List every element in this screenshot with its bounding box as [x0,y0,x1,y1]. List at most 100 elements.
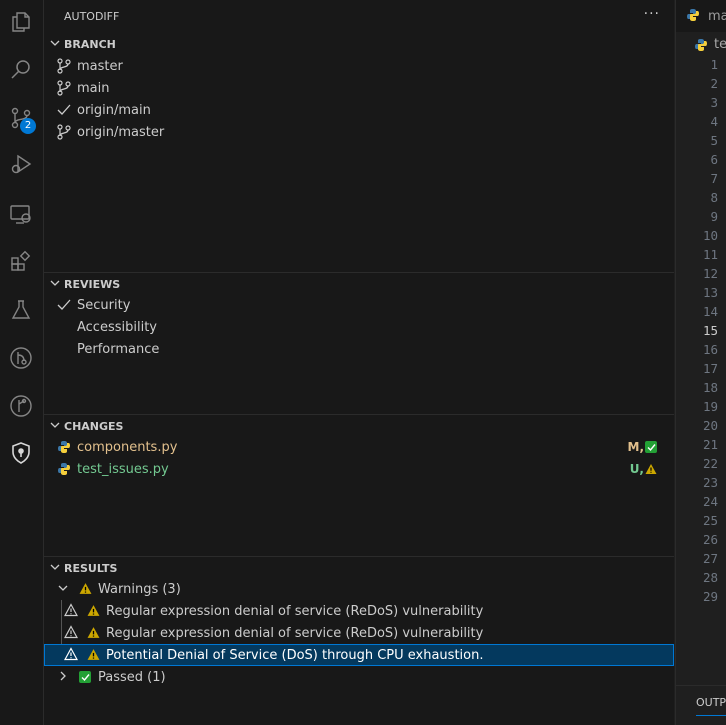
warning-icon [87,604,100,621]
warning-label: Regular expression denial of service (Re… [106,603,484,619]
branch-header-label: BRANCH [64,37,116,51]
line-number: 1 [710,57,718,72]
check-icon [56,297,72,313]
branch-item-origin-master[interactable]: origin/master [44,121,674,143]
file-status: U, [629,462,644,476]
line-number: 22 [702,456,718,471]
review-item-performance[interactable]: Performance [44,338,674,360]
line-number: 2 [710,76,718,91]
line-number: 6 [710,152,718,167]
breadcrumb[interactable]: test [676,34,726,56]
line-number: 20 [702,418,718,433]
line-number: 9 [710,209,718,224]
results-header-label: RESULTS [64,561,118,575]
reviews-header-label: REVIEWS [64,277,121,291]
remote-explorer-icon[interactable] [5,198,37,230]
python-file-icon [694,38,708,56]
warning-outline-icon [63,603,79,621]
passed-label: Passed (1) [98,669,166,685]
file-name: test_issues.py [77,461,169,477]
editor-area: main.py test 123456789101112131415161718… [675,0,726,725]
passed-group[interactable]: Passed (1) [44,666,674,688]
chevron-down-icon [58,582,68,597]
git-graph-icon[interactable] [5,342,37,374]
source-control-badge: 2 [20,118,36,134]
line-number: 19 [702,399,718,414]
review-label: Performance [77,341,160,357]
warnings-label: Warnings (3) [98,581,181,597]
line-number: 18 [702,380,718,395]
changes-section-header[interactable]: CHANGES [44,415,674,437]
warning-icon [644,462,658,476]
line-number: 10 [702,228,718,243]
testing-icon[interactable] [5,294,37,326]
git-branch-icon [56,124,72,140]
green-check-icon [79,671,91,683]
line-number: 15 [702,323,718,338]
warning-outline-icon [63,647,79,665]
line-number: 29 [702,589,718,604]
results-section-header[interactable]: RESULTS [44,557,674,579]
branch-section-header[interactable]: BRANCH [44,33,674,55]
activity-bar: 2 [0,0,44,725]
panel-divider [676,685,726,686]
chevron-down-icon [50,38,62,51]
python-file-icon [686,8,700,26]
review-item-accessibility[interactable]: Accessibility [44,316,674,338]
line-number: 8 [710,190,718,205]
branch-item-origin-main[interactable]: origin/main [44,99,674,121]
breadcrumb-label: test [714,37,726,52]
warning-item[interactable]: Regular expression denial of service (Re… [44,600,674,622]
change-file-test-issues[interactable]: test_issues.py U, [44,458,674,480]
change-file-components[interactable]: components.py M, [44,436,674,458]
warning-icon [87,648,100,665]
line-number: 16 [702,342,718,357]
panel-tab-output[interactable]: OUTPUT [696,696,726,709]
branch-item-master[interactable]: master [44,55,674,77]
warning-item-selected[interactable]: Potential Denial of Service (DoS) throug… [44,644,674,666]
python-file-icon [56,461,72,477]
line-number: 4 [710,114,718,129]
active-tab-indicator [696,715,726,716]
warning-label: Regular expression denial of service (Re… [106,625,484,641]
warning-item[interactable]: Regular expression denial of service (Re… [44,622,674,644]
branch-item-main[interactable]: main [44,77,674,99]
check-icon [56,102,72,118]
gitlens-icon[interactable] [5,390,37,422]
sidebar-title: AUTODIFF [64,10,120,23]
warning-outline-icon [63,625,79,643]
branch-label: master [77,58,123,74]
file-status: M, [627,440,645,454]
tab-label: main.py [708,8,726,24]
review-label: Accessibility [77,319,157,335]
branch-label: origin/main [77,102,151,118]
line-number: 26 [702,532,718,547]
autodiff-sidebar: AUTODIFF ··· BRANCH master main origin/m… [44,0,674,725]
warnings-group[interactable]: Warnings (3) [44,578,674,600]
run-debug-icon[interactable] [5,148,37,180]
explorer-icon[interactable] [5,6,37,38]
search-icon[interactable] [5,54,37,86]
line-number: 28 [702,570,718,585]
line-number: 24 [702,494,718,509]
line-number: 12 [702,266,718,281]
branch-label: main [77,80,110,96]
line-number: 21 [702,437,718,452]
extensions-icon[interactable] [5,246,37,278]
line-number: 5 [710,133,718,148]
chevron-down-icon [50,420,62,433]
line-number: 27 [702,551,718,566]
reviews-section-header[interactable]: REVIEWS [44,273,674,295]
green-check-icon [644,440,658,454]
more-actions-icon[interactable]: ··· [644,6,660,22]
line-number: 11 [702,247,718,262]
chevron-right-icon [58,670,68,685]
line-number: 25 [702,513,718,528]
warning-icon [87,626,100,643]
chevron-down-icon [50,562,62,575]
review-item-security[interactable]: Security [44,294,674,316]
editor-tab[interactable]: main.py [676,0,726,32]
git-branch-icon [56,58,72,74]
autodiff-shield-icon[interactable] [5,437,37,469]
git-branch-icon [56,80,72,96]
